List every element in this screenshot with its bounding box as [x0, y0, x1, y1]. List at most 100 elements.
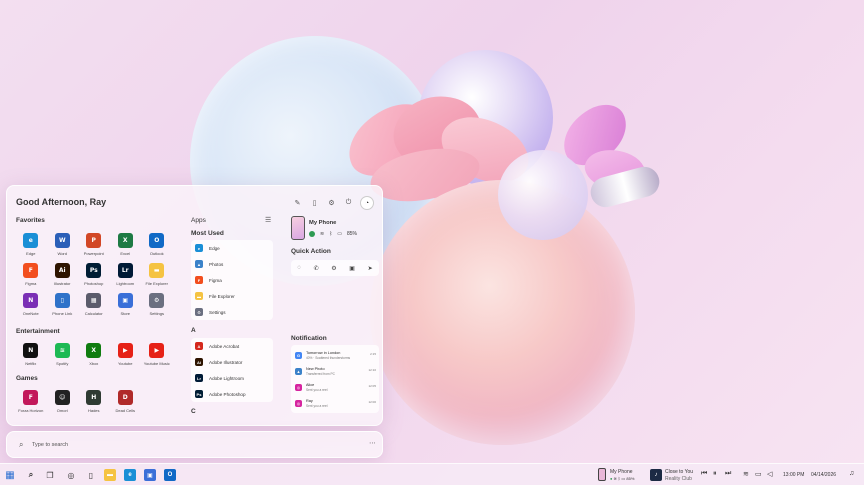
phone-link-icon[interactable]: ▯	[85, 469, 97, 481]
clock-date[interactable]: 04/14/2026	[811, 472, 836, 478]
store-icon[interactable]: ▣	[144, 469, 156, 481]
app-tile[interactable]: e Edge	[15, 233, 47, 256]
quick-action-title: Quick Action	[291, 248, 331, 255]
list-item[interactable]: F Figma	[191, 272, 273, 288]
notification-item[interactable]: ◎ Alice Sent you a reel 12:05	[291, 379, 379, 395]
app-tile[interactable]: ▶ Youtube Music	[141, 343, 173, 366]
list-item[interactable]: Ai Adobe Illustrator	[191, 354, 273, 370]
copilot-icon[interactable]: ◎	[65, 469, 77, 481]
list-item[interactable]: e Edge	[191, 240, 273, 256]
phone-status: ≋ ᛒ ▭ 85%	[309, 231, 357, 237]
edge-icon[interactable]: e	[124, 469, 136, 481]
app-tile[interactable]: O Outlook	[141, 233, 173, 256]
notification-app-icon: G	[295, 351, 302, 359]
start-button[interactable]: ▦	[4, 469, 16, 481]
phone-connected-icon	[309, 231, 315, 237]
gear-icon[interactable]: ⚙	[326, 198, 337, 209]
app-tile[interactable]: F Figma	[15, 263, 47, 286]
next-track-icon[interactable]: ⏭	[725, 470, 731, 478]
list-item[interactable]: ▬ File Explorer	[191, 288, 273, 304]
clock-time[interactable]: 13:00 PM	[783, 472, 804, 478]
power-icon[interactable]: ⏻	[343, 198, 354, 209]
list-item[interactable]: ⚙ Settings	[191, 304, 273, 320]
taskbar-phone-label[interactable]: My Phone	[610, 469, 633, 475]
notification-text: Ray Sent you a reel	[306, 399, 327, 408]
app-tile[interactable]: H Hades	[78, 390, 110, 413]
app-tile[interactable]: D Dead Cells	[110, 390, 142, 413]
wifi-icon[interactable]: ≋	[743, 470, 749, 478]
app-label: Store	[120, 311, 131, 316]
avatar[interactable]: ◔	[360, 196, 374, 210]
app-tile[interactable]: ▦ Calculator	[78, 293, 110, 316]
app-tile[interactable]: Lr Lightroom	[110, 263, 142, 286]
taskbar-phone-battery: 85%	[626, 476, 635, 481]
app-tile[interactable]: N Netflix	[15, 343, 47, 366]
app-tile[interactable]: Ps Photoshop	[78, 263, 110, 286]
notification-item[interactable]: G Tomorrow in London 40% · Scattered thund…	[291, 347, 379, 363]
list-item[interactable]: ▲ Photos	[191, 256, 273, 272]
app-label: File Explorer	[145, 281, 168, 286]
app-icon: Lr	[117, 263, 133, 278]
app-tile[interactable]: ▣ Store	[110, 293, 142, 316]
app-tile[interactable]: F Forza Horizon	[15, 390, 47, 413]
app-tile[interactable]: ▯ Phone Link	[47, 293, 79, 316]
app-label: Excel	[120, 251, 131, 256]
search-icon[interactable]: ⌕	[25, 469, 37, 481]
notification-bell-icon[interactable]: ♫	[849, 470, 854, 477]
settings-icon[interactable]: ⚙	[331, 265, 336, 272]
app-tile[interactable]: ⚙ Settings	[141, 293, 173, 316]
quick-action-bar: ◌ ✆ ⚙ ▣ ➤	[291, 260, 379, 276]
battery-icon[interactable]: ▭	[755, 470, 762, 478]
file-explorer-icon[interactable]: ▬	[104, 469, 116, 481]
notification-item[interactable]: ◎ Ray Sent you a reel 12:00	[291, 395, 379, 411]
app-tile[interactable]: ☺ Omori	[47, 390, 79, 413]
app-tile[interactable]: X Excel	[110, 233, 142, 256]
app-tile[interactable]: N OneNote	[15, 293, 47, 316]
phone-taskbar-icon[interactable]	[598, 468, 606, 481]
app-icon: F	[23, 390, 39, 405]
notification-item[interactable]: ▲ New Photo Transferred from PC 12:10	[291, 363, 379, 379]
list-view-icon[interactable]: ☰	[265, 216, 271, 224]
gallery-icon[interactable]: ▣	[349, 265, 355, 272]
app-icon: D	[117, 390, 133, 405]
list-item-label: File Explorer	[209, 293, 235, 299]
phone-image[interactable]	[291, 216, 305, 240]
list-item[interactable]: Lr Adobe Lightroom	[191, 370, 273, 386]
call-icon[interactable]: ✆	[314, 265, 319, 272]
task-view-icon[interactable]: ❐	[44, 469, 56, 481]
battery-icon: ▭	[337, 231, 342, 237]
notification-title: Alice	[306, 382, 315, 387]
message-icon[interactable]: ◌	[297, 265, 301, 271]
notification-list: G Tomorrow in London 40% · Scattered thund…	[291, 345, 379, 413]
volume-icon[interactable]: ◁	[767, 470, 772, 478]
app-tile[interactable]: X Xbox	[78, 343, 110, 366]
app-tile[interactable]: ▶ Youtube	[110, 343, 142, 366]
list-item[interactable]: A Adobe Acrobat	[191, 338, 273, 354]
app-icon: ▯	[54, 293, 70, 308]
app-icon: O	[149, 233, 165, 248]
pause-icon[interactable]: ⏸	[713, 470, 717, 478]
app-tile[interactable]: P Powerpoint	[78, 233, 110, 256]
more-icon[interactable]: ⋯	[369, 439, 376, 447]
app-label: Spotify	[56, 361, 69, 366]
my-phone-title[interactable]: My Phone	[309, 220, 336, 226]
list-item[interactable]: Ps Adobe Photoshop	[191, 386, 273, 402]
document-icon[interactable]: ▯	[309, 198, 320, 209]
previous-track-icon[interactable]: ⏮	[701, 470, 707, 478]
edit-icon[interactable]: ✎	[292, 198, 303, 209]
media-title[interactable]: Close to You	[665, 469, 693, 475]
app-tile[interactable]: Ai Illustrator	[47, 263, 79, 286]
app-tile[interactable]: W Word	[47, 233, 79, 256]
app-icon: ▬	[195, 292, 203, 300]
outlook-icon[interactable]: O	[164, 469, 176, 481]
search-input[interactable]	[32, 438, 332, 452]
app-tile[interactable]: ≋ Spotify	[47, 343, 79, 366]
send-icon[interactable]: ➤	[368, 265, 373, 272]
search-icon: ⌕	[19, 440, 24, 449]
notification-text: Alice Sent you a reel	[306, 383, 327, 392]
app-icon: ▬	[149, 263, 165, 278]
most-used-list: e Edge ▲ Photos F Figma ▬ File Explorer ⚙ Setting…	[191, 240, 273, 320]
letter-a-title: A	[191, 327, 196, 334]
app-tile[interactable]: ▬ File Explorer	[141, 263, 173, 286]
app-icon: F	[195, 276, 203, 284]
